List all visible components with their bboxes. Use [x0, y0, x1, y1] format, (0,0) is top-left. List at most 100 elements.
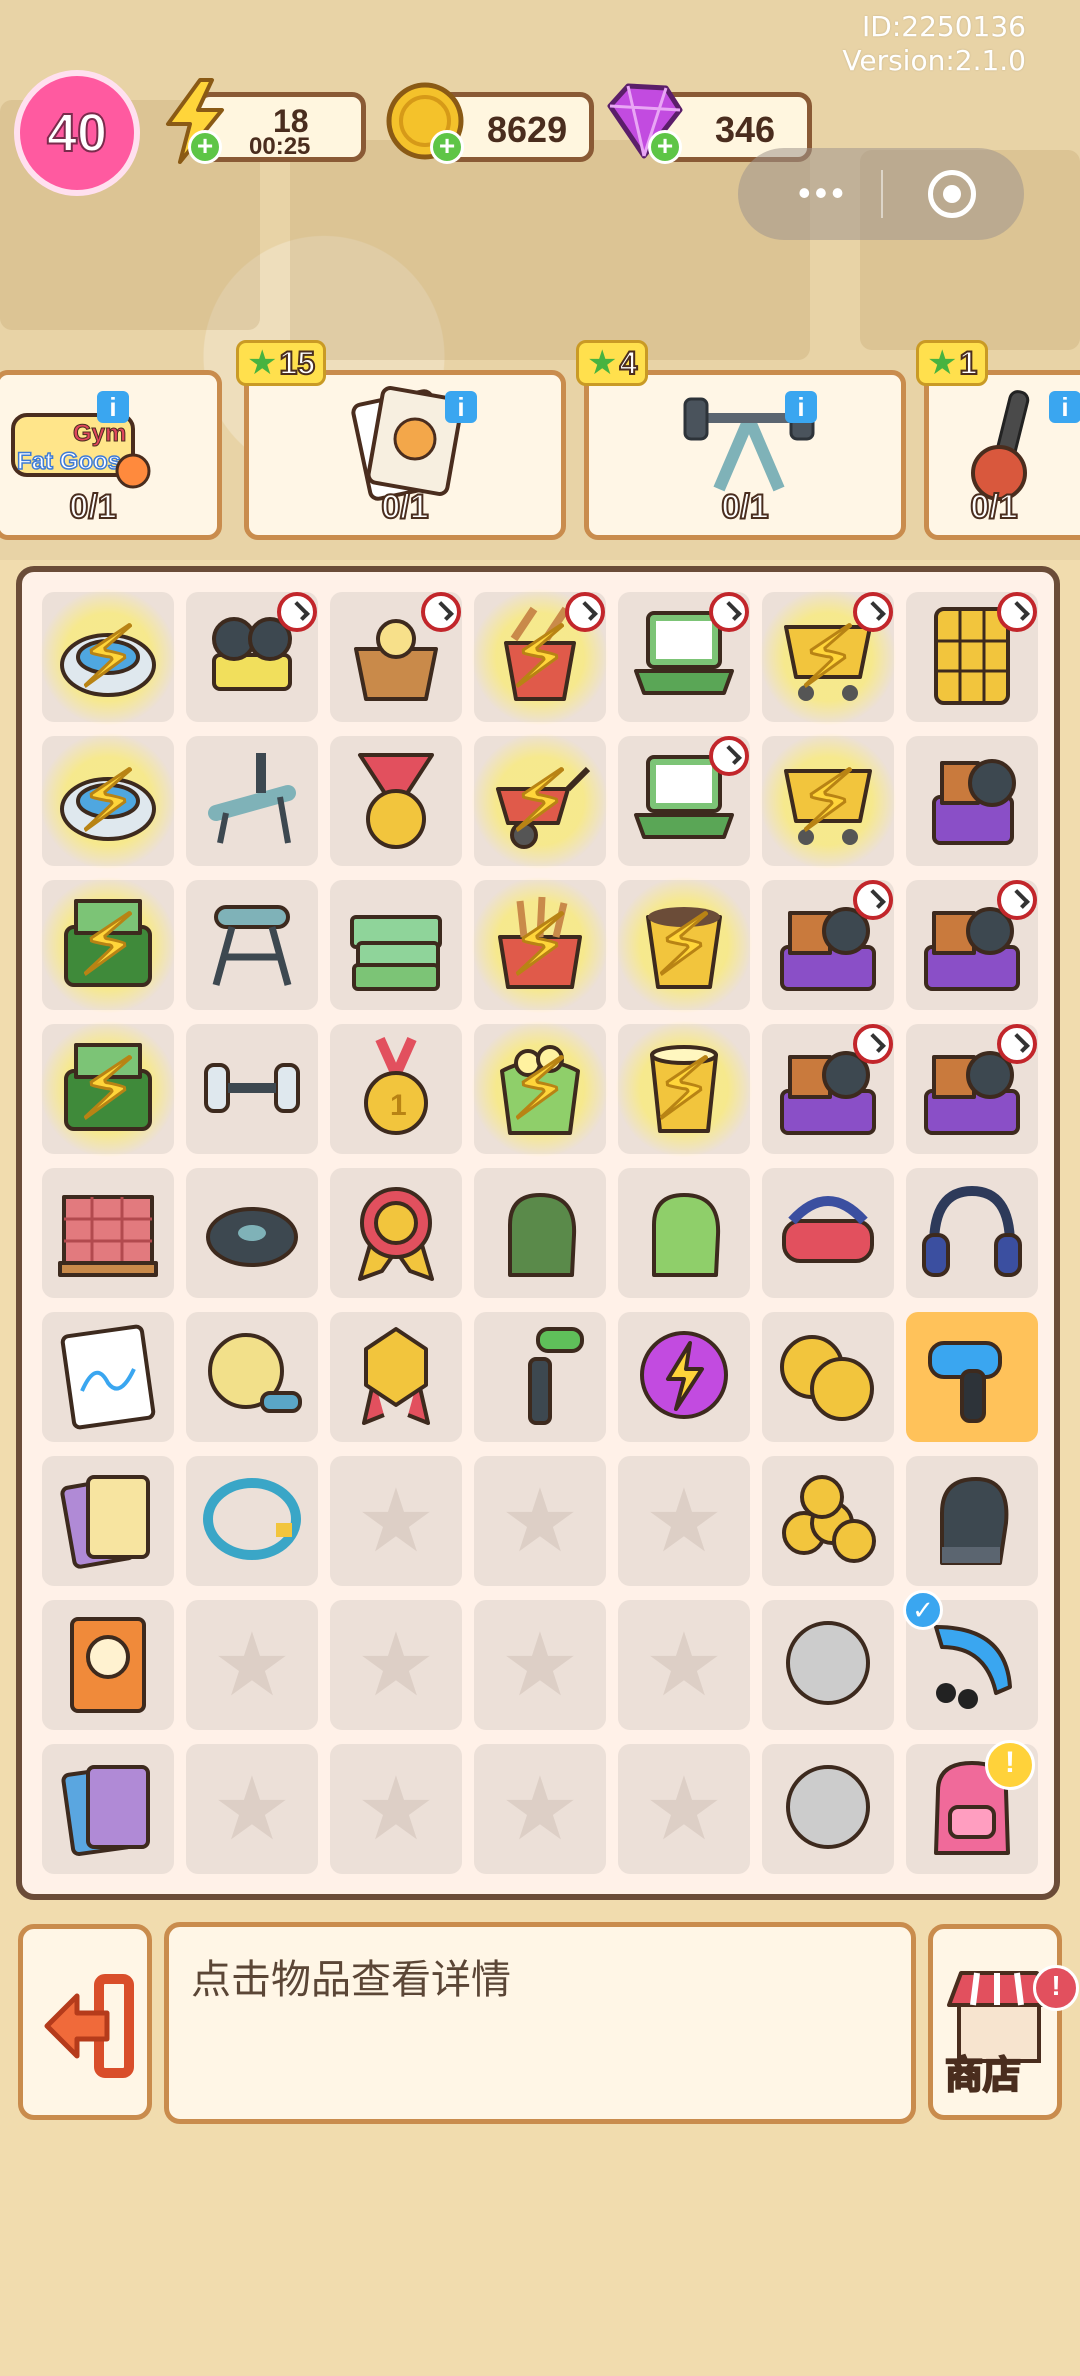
- board-cell[interactable]: [906, 736, 1038, 866]
- board-cell[interactable]: [762, 880, 894, 1010]
- coin-stack-icon[interactable]: [769, 1750, 887, 1868]
- board-cell[interactable]: ★: [186, 1744, 318, 1874]
- order-card-kettlebell[interactable]: i 0/1: [924, 370, 1080, 540]
- board-cell[interactable]: [474, 1168, 606, 1298]
- pipe-wrench-icon[interactable]: [481, 1318, 599, 1436]
- shop-button[interactable]: 商店 !: [928, 1924, 1079, 2120]
- board-cell[interactable]: ★: [474, 1600, 606, 1730]
- order-card-photo[interactable]: i 0/1: [244, 370, 566, 540]
- gift-pile-icon[interactable]: [913, 1024, 1037, 1148]
- robot-vacuum-icon[interactable]: ⚡: [39, 588, 177, 726]
- board-cell[interactable]: [906, 592, 1038, 722]
- board-cell[interactable]: ★: [186, 1600, 318, 1730]
- board-cell[interactable]: [42, 1168, 174, 1298]
- board-cell[interactable]: !: [906, 1740, 1038, 1874]
- board-cell[interactable]: [762, 1024, 894, 1154]
- weight-bench-icon[interactable]: [193, 742, 311, 860]
- medal-ribbon-icon[interactable]: [337, 742, 455, 860]
- board-cell[interactable]: [618, 1312, 750, 1442]
- brick-pallet-icon[interactable]: [49, 1174, 167, 1292]
- board-cell[interactable]: [186, 1312, 318, 1442]
- board-cell[interactable]: [762, 1744, 894, 1874]
- recipe-book-icon[interactable]: [49, 1606, 167, 1724]
- board-cell[interactable]: [42, 1456, 174, 1586]
- headphones-icon[interactable]: [913, 1174, 1031, 1292]
- basket-icon[interactable]: ⚡: [471, 876, 609, 1014]
- board-cell[interactable]: [618, 1168, 750, 1298]
- board-cell[interactable]: [906, 880, 1038, 1010]
- close-mini-program-icon[interactable]: [928, 170, 976, 218]
- vacuum-cart-icon[interactable]: [193, 592, 317, 716]
- board-cell[interactable]: ⚡: [759, 732, 897, 870]
- board-cell[interactable]: [330, 592, 462, 722]
- backpack-icon[interactable]: !: [913, 1740, 1035, 1868]
- dumbbell-icon[interactable]: [193, 1030, 311, 1148]
- board-cell[interactable]: ⚡: [759, 588, 897, 726]
- photo-cards-icon[interactable]: [49, 1462, 167, 1580]
- board-cell[interactable]: [762, 1456, 894, 1586]
- add-gems-button[interactable]: +: [648, 130, 682, 164]
- board-cell[interactable]: ⚡: [471, 876, 609, 1014]
- coins-icon[interactable]: [769, 1318, 887, 1436]
- gold-medal-icon[interactable]: 1: [337, 1030, 455, 1148]
- board-cell[interactable]: 1: [330, 1024, 462, 1154]
- plant-pot-icon[interactable]: ⚡: [615, 876, 753, 1014]
- wheelbarrow-bucket-icon[interactable]: ⚡: [471, 588, 609, 726]
- shopping-cart-icon[interactable]: ⚡: [759, 732, 897, 870]
- cash-register-icon[interactable]: ⚡: [39, 1020, 177, 1158]
- card-pack-icon[interactable]: [49, 1750, 167, 1868]
- board-cell[interactable]: [42, 1312, 174, 1442]
- board-cell[interactable]: [906, 1024, 1038, 1154]
- exit-button[interactable]: [18, 1924, 152, 2120]
- board-cell[interactable]: [186, 880, 318, 1010]
- board-cell[interactable]: ✓: [903, 1590, 1038, 1730]
- board-cell[interactable]: ★: [618, 1744, 750, 1874]
- board-cell[interactable]: ★: [618, 1456, 750, 1586]
- board-cell[interactable]: [330, 736, 462, 866]
- board-cell[interactable]: [762, 1312, 894, 1442]
- board-cell[interactable]: [330, 1168, 462, 1298]
- board-cell[interactable]: [762, 1600, 894, 1730]
- board-cell[interactable]: ⚡: [39, 732, 177, 870]
- yarn-ball-icon[interactable]: [193, 1318, 311, 1436]
- ribbon-badge-icon[interactable]: [337, 1318, 455, 1436]
- board-cell[interactable]: [906, 1168, 1038, 1298]
- more-options-icon[interactable]: •••: [798, 172, 848, 214]
- laptop-icon[interactable]: [625, 736, 749, 860]
- board-cell[interactable]: ⚡: [39, 1020, 177, 1158]
- notebook-chart-icon[interactable]: [49, 1318, 167, 1436]
- cash-stack-icon[interactable]: [337, 886, 455, 1004]
- board-cell[interactable]: [186, 592, 318, 722]
- board-cell[interactable]: [186, 736, 318, 866]
- board-cell[interactable]: ★: [618, 1600, 750, 1730]
- board-cell[interactable]: ⚡: [615, 1020, 753, 1158]
- add-coins-button[interactable]: +: [430, 130, 464, 164]
- ab-bench-icon[interactable]: [193, 886, 311, 1004]
- board-cell[interactable]: ★: [474, 1744, 606, 1874]
- board-cell[interactable]: [906, 1456, 1038, 1586]
- vr-headset-icon[interactable]: [769, 1174, 887, 1292]
- wheelbarrow-icon[interactable]: ⚡: [471, 732, 609, 870]
- coin-stack-icon[interactable]: [769, 1606, 887, 1724]
- board-cell[interactable]: ★: [330, 1600, 462, 1730]
- board-cell[interactable]: [618, 592, 750, 722]
- blow-dryer-icon[interactable]: ✓: [903, 1590, 1031, 1724]
- board-cell[interactable]: [42, 1600, 174, 1730]
- boxing-glove-icon[interactable]: [913, 1462, 1031, 1580]
- energy-orb-icon[interactable]: [625, 1318, 743, 1436]
- add-energy-button[interactable]: +: [188, 130, 222, 164]
- flower-basket-icon[interactable]: [337, 592, 461, 716]
- popcorn-bag-icon[interactable]: ⚡: [471, 1020, 609, 1158]
- board-cell[interactable]: [186, 1456, 318, 1586]
- board-cell[interactable]: [330, 1312, 462, 1442]
- board-cell[interactable]: [330, 880, 462, 1010]
- award-rosette-icon[interactable]: [337, 1174, 455, 1292]
- board-cell[interactable]: [186, 1024, 318, 1154]
- order-info-icon[interactable]: i: [97, 391, 129, 423]
- order-card-gym-fatgoose[interactable]: Gym Fat Goose i 0/1: [0, 370, 222, 540]
- board-cell[interactable]: [906, 1312, 1038, 1442]
- gift-pile-icon[interactable]: [769, 880, 893, 1004]
- board-cell[interactable]: ⚡: [39, 588, 177, 726]
- board-cell[interactable]: ⚡: [39, 876, 177, 1014]
- board-cell[interactable]: [474, 1312, 606, 1442]
